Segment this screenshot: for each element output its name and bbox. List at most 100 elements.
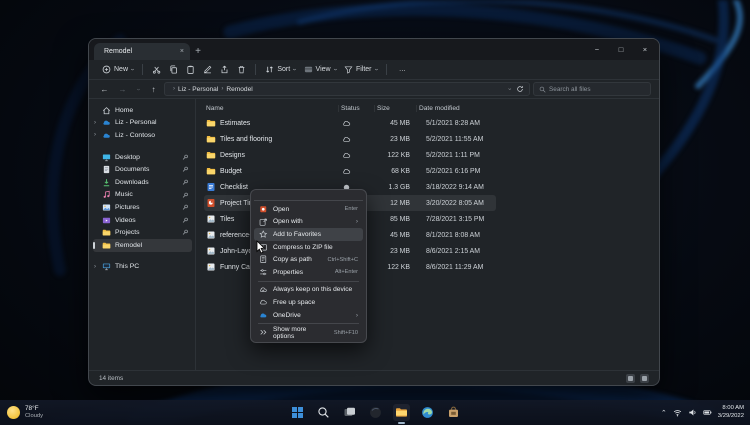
weather-widget[interactable]: 78°F Cloudy xyxy=(7,405,43,419)
expand-chevron-icon[interactable]: › xyxy=(94,261,96,274)
breadcrumb[interactable]: › Liz - Personal › Remodel › xyxy=(164,82,530,100)
expand-chevron-icon[interactable]: › xyxy=(94,129,96,142)
sidebar-item[interactable]: › Music xyxy=(93,189,192,202)
forward-button[interactable]: → xyxy=(115,85,130,94)
context-menu-item[interactable]: Open Enter › xyxy=(254,203,363,216)
file-date-modified: 5/2/2021 6:16 PM xyxy=(426,167,481,175)
toolbar-button[interactable]: Filter › xyxy=(340,63,381,76)
sidebar-item[interactable]: › Downloads xyxy=(93,176,192,189)
taskbar: 78°F Cloudy ⌃ 8:00 AM 3/29/2022 xyxy=(0,400,750,425)
toolbar-button[interactable]: … › xyxy=(392,64,410,75)
toolbar-button[interactable]: New › xyxy=(98,63,137,76)
taskbar-app-button[interactable] xyxy=(392,404,410,424)
sidebar-item[interactable]: › Remodel xyxy=(93,238,192,252)
sidebar-item[interactable]: › Documents xyxy=(93,163,192,176)
taskbar-app-button[interactable] xyxy=(419,404,436,421)
wifi-icon[interactable] xyxy=(673,408,682,417)
thumbnails-view-toggle[interactable] xyxy=(640,373,649,383)
context-menu-item[interactable]: OneDrive › xyxy=(254,309,363,322)
context-menu-item[interactable]: Show more options Shift+F10 › xyxy=(254,326,363,340)
taskbar-app-button[interactable] xyxy=(341,404,358,421)
clock-date: 3/29/2022 xyxy=(717,412,744,419)
context-menu-item[interactable]: Add to Favorites › xyxy=(254,228,363,241)
taskbar-app-button[interactable] xyxy=(445,404,462,421)
ppt-icon xyxy=(206,198,216,208)
toolbar-button[interactable]: › xyxy=(199,63,216,76)
file-row[interactable]: Estimates 45 MB 5/1/2021 8:28 AM xyxy=(204,115,496,131)
refresh-icon[interactable] xyxy=(516,85,524,93)
breadcrumb-item[interactable]: Liz - Personal xyxy=(178,86,218,93)
toolbar-button[interactable]: › xyxy=(216,63,233,76)
recent-locations-icon[interactable]: › xyxy=(135,85,142,93)
sidebar-item[interactable]: › Videos xyxy=(93,214,192,227)
address-dropdown-icon[interactable]: › xyxy=(506,88,512,90)
toolbar-button[interactable]: › xyxy=(148,63,165,76)
sidebar-item[interactable]: › This PC xyxy=(93,261,192,274)
up-button[interactable]: ↑ xyxy=(146,85,161,94)
context-menu-item-label: Open with xyxy=(273,218,303,226)
taskbar-clock[interactable]: 8:00 AM 3/29/2022 xyxy=(718,405,744,419)
delete-icon xyxy=(237,65,246,74)
toolbar-button[interactable]: › xyxy=(182,63,199,76)
file-row[interactable]: Tiles and flooring 23 MB 5/2/2021 11:55 … xyxy=(204,131,496,147)
file-date-modified: 3/18/2022 9:14 AM xyxy=(426,183,484,191)
maximize-button[interactable]: □ xyxy=(609,39,633,59)
new-tab-button[interactable]: + xyxy=(190,43,206,60)
toolbar-button[interactable]: › xyxy=(233,63,250,76)
file-date-modified: 5/2/2021 11:55 AM xyxy=(426,135,484,143)
sidebar-item[interactable]: › Liz - Contoso xyxy=(93,129,192,142)
hidden-icons-chevron[interactable]: ⌃ xyxy=(661,409,667,417)
back-button[interactable]: ← xyxy=(97,85,112,94)
column-header-size[interactable]: Size xyxy=(374,104,416,112)
sidebar-item-label: Projects xyxy=(115,229,140,237)
darkapp-icon xyxy=(369,406,382,419)
rename-icon xyxy=(203,65,212,74)
folder-icon xyxy=(206,150,216,160)
taskbar-app-button[interactable] xyxy=(367,404,384,421)
sidebar-item[interactable]: › Projects xyxy=(93,226,192,239)
context-menu-item[interactable]: Properties Alt+Enter › xyxy=(254,266,363,279)
sidebar-item[interactable]: › Desktop xyxy=(93,151,192,164)
imagefile-icon xyxy=(206,246,216,256)
expand-chevron-icon[interactable]: › xyxy=(94,117,96,130)
toolbar-button[interactable]: Sort › xyxy=(261,63,299,76)
column-header-modified[interactable]: Date modified xyxy=(416,104,496,112)
tab-close-icon[interactable]: × xyxy=(180,48,184,55)
sidebar-item[interactable]: › Pictures xyxy=(93,201,192,214)
context-menu-item[interactable]: Compress to ZIP file › xyxy=(254,241,363,254)
file-date-modified: 8/6/2021 2:15 AM xyxy=(426,247,481,255)
documents-icon xyxy=(102,165,111,174)
toolbar-button[interactable]: View › xyxy=(300,63,340,76)
search-box[interactable] xyxy=(533,82,651,96)
context-menu-item[interactable]: Copy as path Ctrl+Shift+C › xyxy=(254,253,363,266)
search-input[interactable] xyxy=(549,85,645,93)
context-menu-item-label: Free up space xyxy=(273,298,316,306)
pin-icon xyxy=(182,204,189,211)
context-menu-item[interactable]: Open with › xyxy=(254,216,363,229)
battery-icon[interactable] xyxy=(703,408,712,417)
file-row[interactable]: Designs 122 KB 5/2/2021 1:11 PM xyxy=(204,147,496,163)
chevron-down-icon: › xyxy=(372,68,380,71)
minimize-button[interactable]: − xyxy=(585,39,609,59)
tab-remodel[interactable]: Remodel × xyxy=(94,43,190,62)
taskbar-app-button[interactable] xyxy=(315,404,332,421)
file-size: 45 MB xyxy=(390,231,410,239)
sidebar-item-label: Liz - Personal xyxy=(115,119,157,127)
toolbar-button[interactable]: › xyxy=(165,63,182,76)
desktop: Remodel × + − □ × New › › xyxy=(0,0,750,425)
file-row[interactable]: Budget 68 KB 5/2/2021 6:16 PM xyxy=(204,163,496,179)
column-header-status[interactable]: Status xyxy=(338,104,374,112)
divider xyxy=(258,323,359,325)
file-name: Budget xyxy=(220,167,242,175)
context-menu-item[interactable]: Free up space › xyxy=(254,296,363,309)
details-view-toggle[interactable] xyxy=(626,373,635,383)
taskbar-app-button[interactable] xyxy=(289,404,306,421)
sidebar-item[interactable]: › Liz - Personal xyxy=(93,117,192,130)
onedrive-icon xyxy=(102,118,111,127)
volume-icon[interactable] xyxy=(688,408,697,417)
column-header-name[interactable]: Name xyxy=(204,105,338,112)
sidebar-item[interactable]: › Home xyxy=(93,104,192,117)
close-button[interactable]: × xyxy=(633,39,657,59)
breadcrumb-item[interactable]: Remodel xyxy=(226,86,252,93)
context-menu-item[interactable]: Always keep on this device › xyxy=(254,284,363,297)
